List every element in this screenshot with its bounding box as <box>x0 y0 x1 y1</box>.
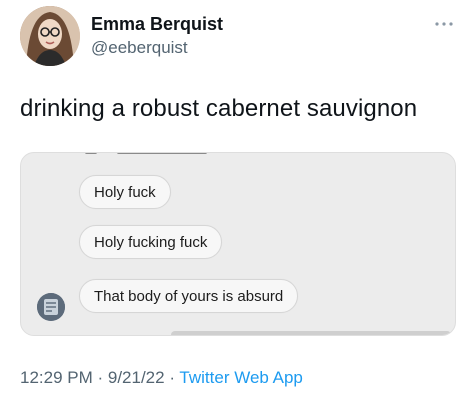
avatar[interactable] <box>20 6 80 66</box>
sender-photo-icon <box>37 293 65 321</box>
cropped-text-fragment <box>85 153 207 154</box>
tweet-source-link[interactable]: Twitter Web App <box>179 368 302 387</box>
meta-separator: · <box>164 368 180 387</box>
message-bubble: Holy fucking fuck <box>79 225 223 259</box>
tweet-date[interactable]: 9/21/22 <box>108 368 165 387</box>
sender-avatar <box>37 293 65 321</box>
tweet-card: Emma Berquist @eeberquist drinking a rob… <box>0 0 474 406</box>
tweet-metadata: 12:29 PM · 9/21/22 · Twitter Web App <box>20 368 303 388</box>
more-options-icon[interactable] <box>434 16 454 26</box>
profile-photo-icon <box>20 6 80 66</box>
tweet-media-image[interactable]: Holy fuck Holy fucking fuck That body of… <box>20 152 456 336</box>
meta-separator: · <box>92 368 108 387</box>
cropped-input-bar <box>171 331 451 335</box>
author-handle[interactable]: @eeberquist <box>91 38 188 58</box>
message-bubble: That body of yours is absurd <box>79 279 299 313</box>
tweet-text: drinking a robust cabernet sauvignon <box>20 95 418 122</box>
tweet-time[interactable]: 12:29 PM <box>20 368 93 387</box>
author-display-name[interactable]: Emma Berquist <box>91 14 223 35</box>
message-bubble: Holy fuck <box>79 175 171 209</box>
